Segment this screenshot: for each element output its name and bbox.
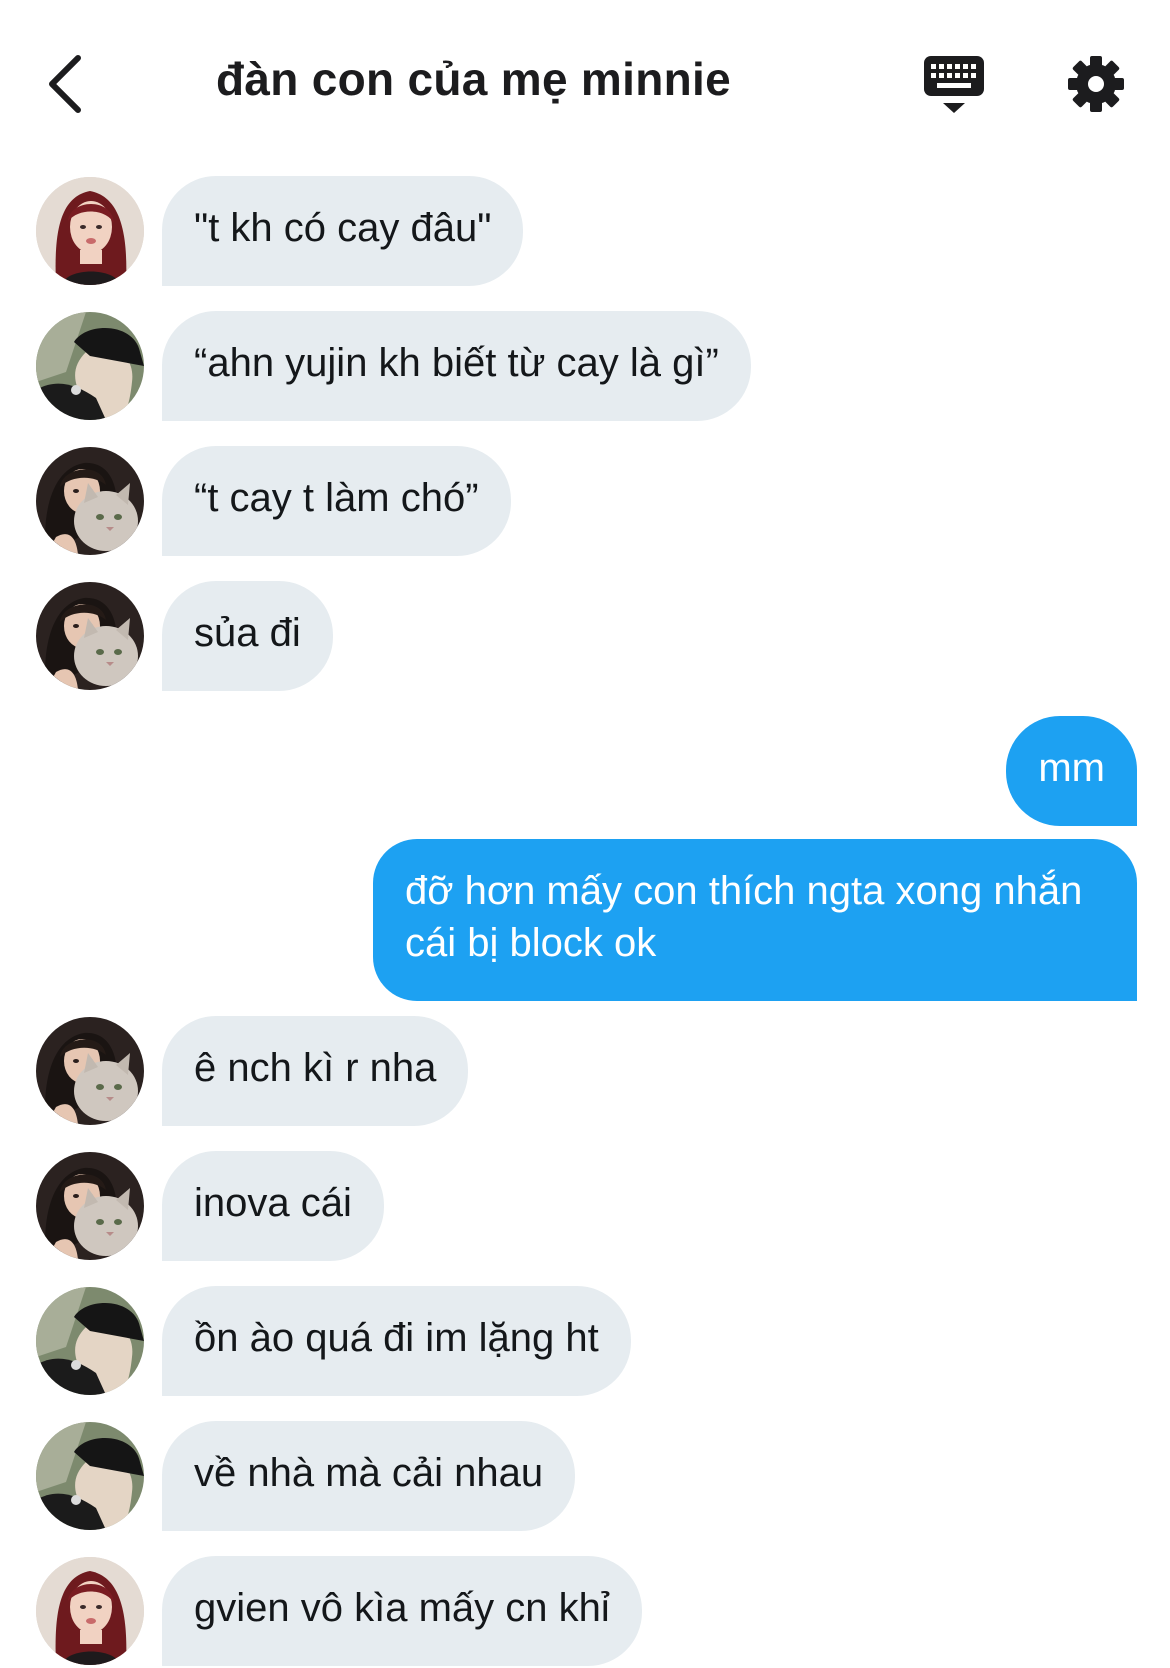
sender-avatar-image <box>36 1422 144 1530</box>
avatar[interactable] <box>36 1287 144 1395</box>
sender-avatar-image <box>36 177 144 285</box>
message-bubble-outgoing[interactable]: đỡ hơn mấy con thích ngta xong nhắn cái … <box>373 839 1137 1001</box>
message-text: ồn ào quá đi im lặng ht <box>194 1316 599 1360</box>
message-text: mm <box>1038 746 1105 790</box>
message-text: sủa đi <box>194 611 301 655</box>
avatar[interactable] <box>36 312 144 420</box>
settings-button[interactable] <box>1066 54 1126 114</box>
message-text: ê nch kì r nha <box>194 1046 437 1090</box>
sender-avatar-image <box>36 447 144 555</box>
message-bubble-incoming[interactable]: “ahn yujin kh biết từ cay là gì” <box>162 311 751 421</box>
message-text: đỡ hơn mấy con thích ngta xong nhắn cái … <box>405 869 1083 965</box>
message-text: gvien vô kìa mấy cn khỉ <box>194 1586 610 1630</box>
keyboard-toggle-button[interactable] <box>921 53 987 119</box>
avatar[interactable] <box>36 1557 144 1665</box>
gear-icon <box>1068 56 1124 112</box>
avatar[interactable] <box>36 1422 144 1530</box>
message-bubble-incoming[interactable]: sủa đi <box>162 581 333 691</box>
avatar[interactable] <box>36 1017 144 1125</box>
message-bubble-outgoing[interactable]: mm <box>1006 716 1137 826</box>
message-bubble-incoming[interactable]: "t kh có cay đâu" <box>162 176 524 286</box>
avatar[interactable] <box>36 1152 144 1260</box>
avatar[interactable] <box>36 177 144 285</box>
avatar[interactable] <box>36 447 144 555</box>
sender-avatar-image <box>36 1557 144 1665</box>
chevron-left-icon <box>49 55 81 113</box>
message-bubble-incoming[interactable]: ồn ào quá đi im lặng ht <box>162 1286 631 1396</box>
sender-avatar-image <box>36 1152 144 1260</box>
back-button[interactable] <box>38 48 94 120</box>
message-bubble-incoming[interactable]: “t cay t làm chó” <box>162 446 511 556</box>
message-text: “t cay t làm chó” <box>194 476 479 520</box>
message-bubble-incoming[interactable]: về nhà mà cải nhau <box>162 1421 576 1531</box>
conversation-title: đàn con của mẹ minnie <box>216 53 731 105</box>
keyboard-icon <box>924 56 984 113</box>
conversation-header: đàn con của mẹ minnie <box>0 0 1170 170</box>
sender-avatar-image <box>36 1017 144 1125</box>
sender-avatar-image <box>36 312 144 420</box>
message-text: "t kh có cay đâu" <box>194 206 492 250</box>
message-bubble-incoming[interactable]: inova cái <box>162 1151 384 1261</box>
message-bubble-incoming[interactable]: ê nch kì r nha <box>162 1016 469 1126</box>
avatar[interactable] <box>36 582 144 690</box>
message-text: “ahn yujin kh biết từ cay là gì” <box>194 341 719 385</box>
message-text: inova cái <box>194 1181 352 1225</box>
sender-avatar-image <box>36 1287 144 1395</box>
message-text: về nhà mà cải nhau <box>194 1451 544 1495</box>
sender-avatar-image <box>36 582 144 690</box>
message-bubble-incoming[interactable]: gvien vô kìa mấy cn khỉ <box>162 1556 642 1666</box>
